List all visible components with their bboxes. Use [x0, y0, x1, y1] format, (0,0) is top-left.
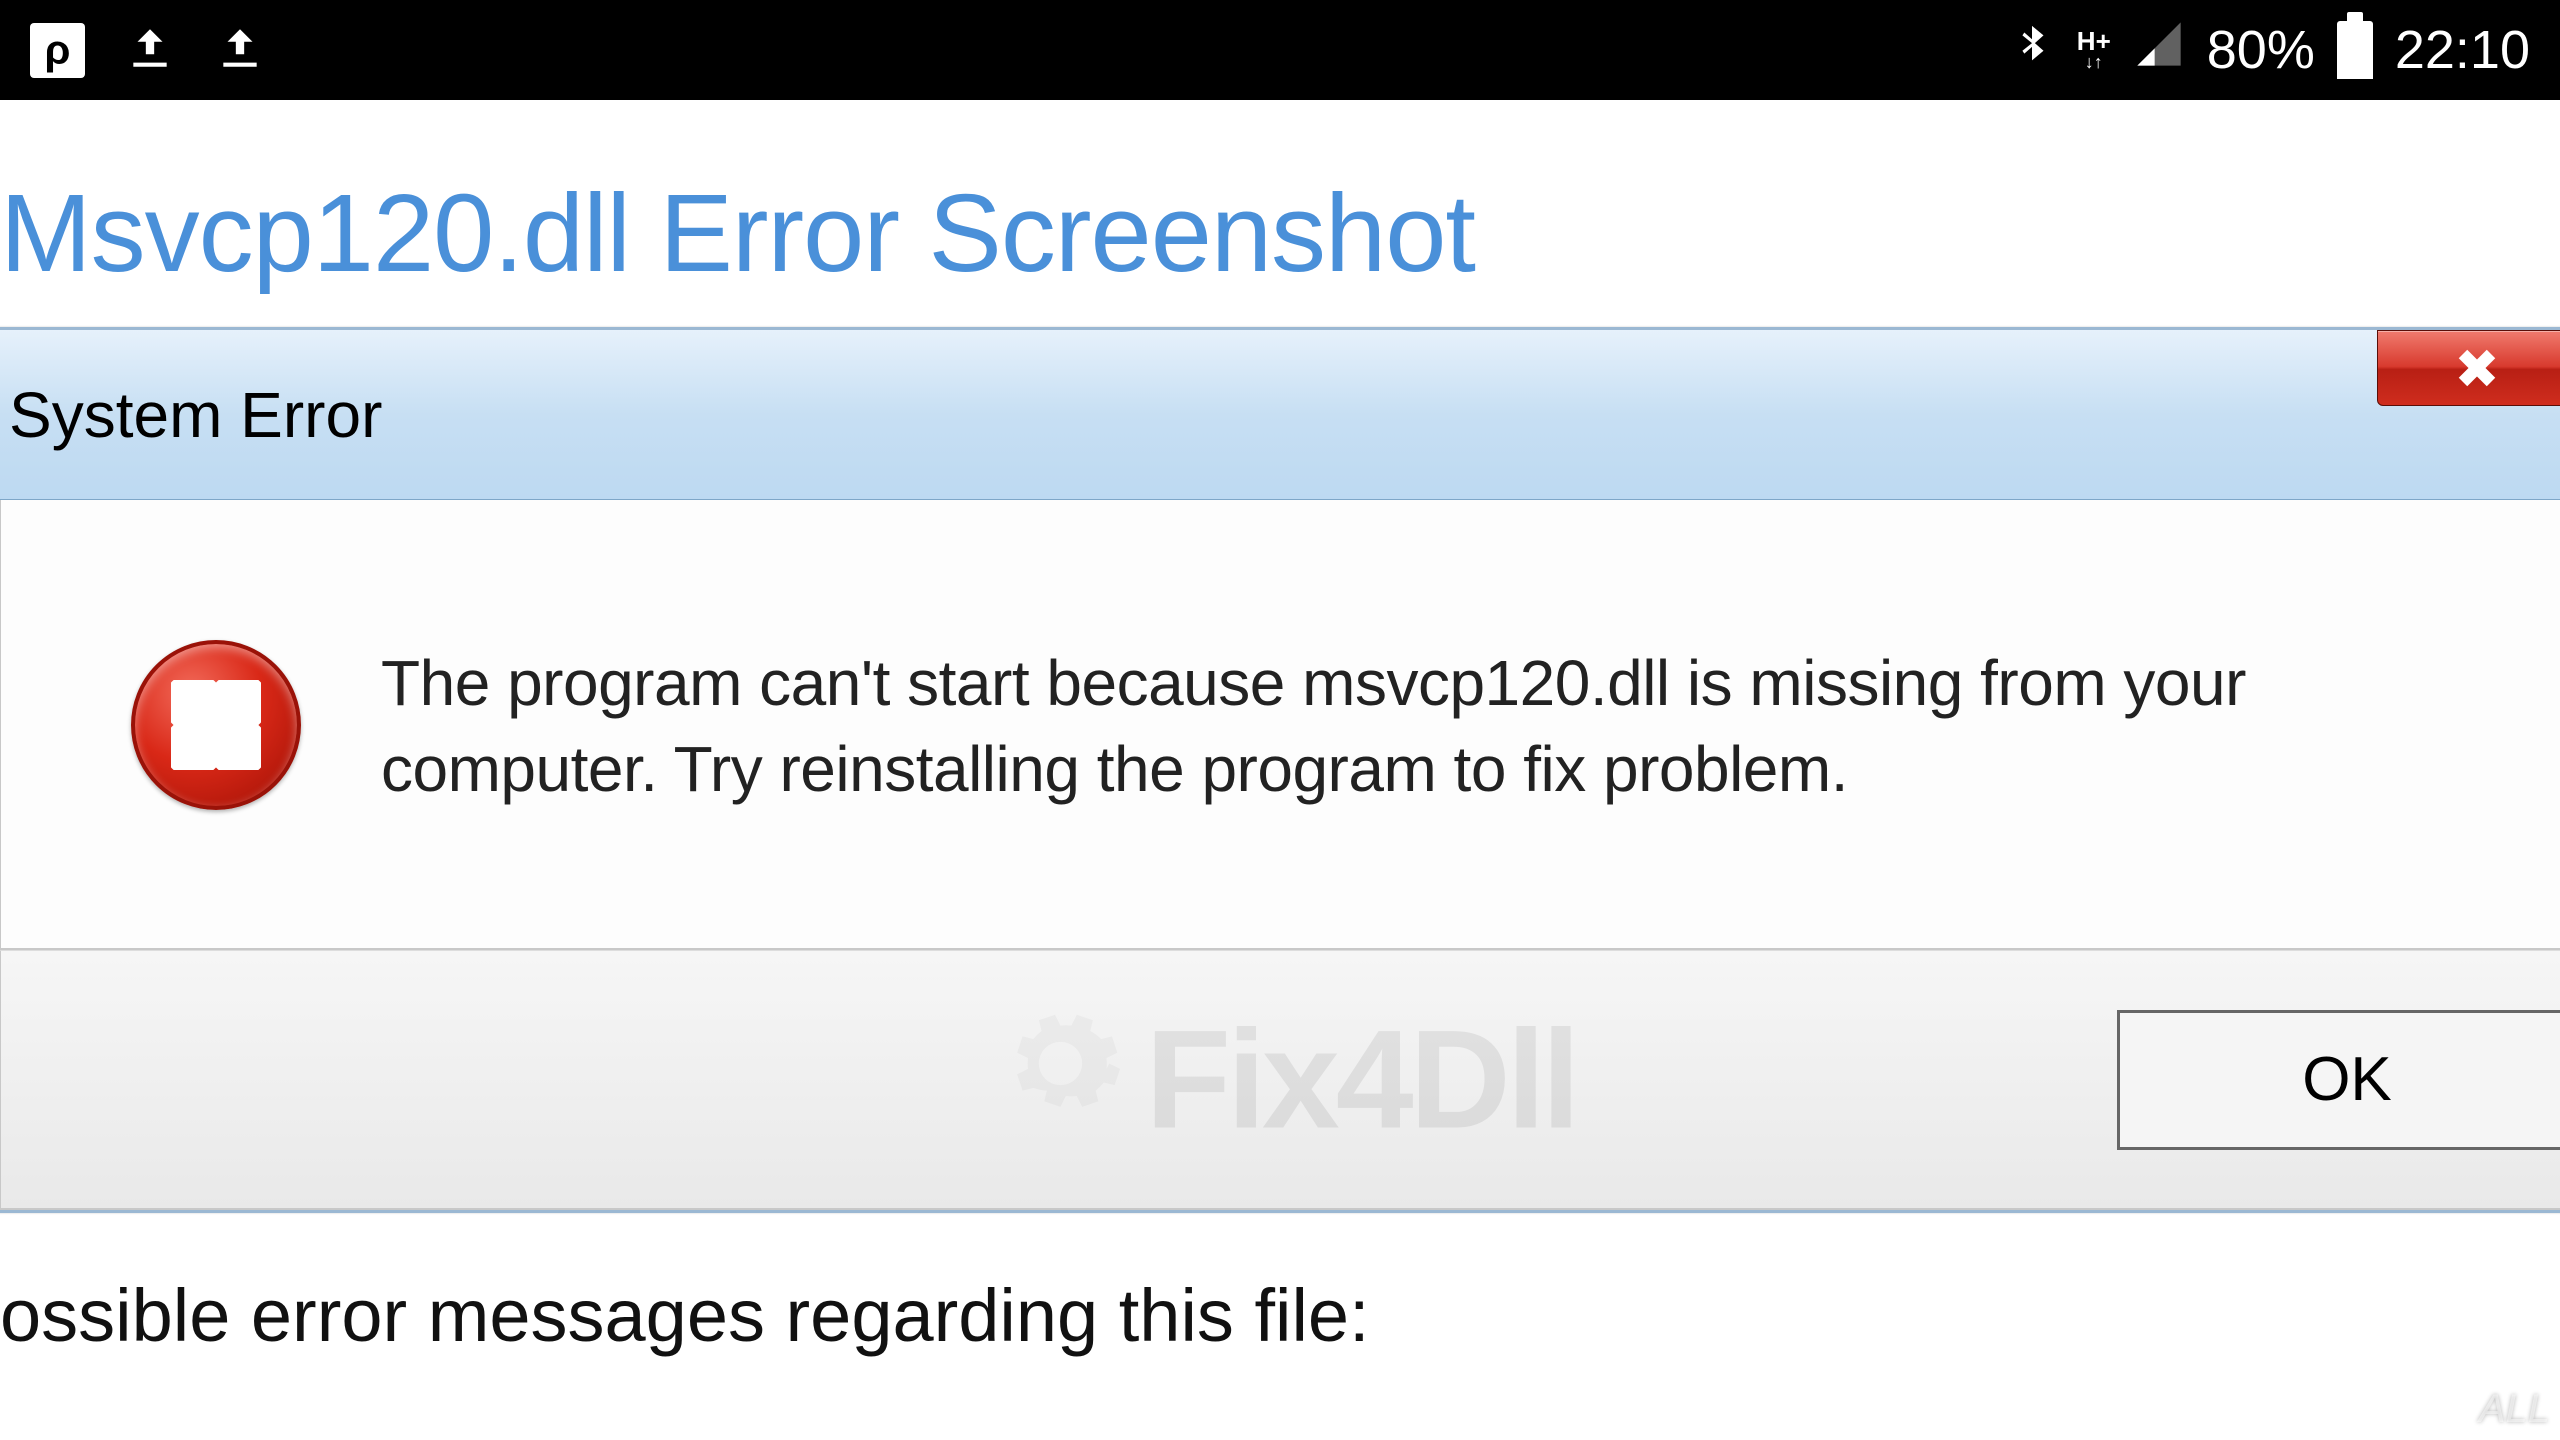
error-x-icon — [131, 640, 301, 810]
watermark-label: Fix4Dll — [1145, 999, 1576, 1161]
page-title: Msvcp120.dll Error Screenshot — [0, 100, 2560, 327]
signal-icon — [2133, 18, 2185, 83]
gear-icon — [995, 998, 1125, 1161]
error-dialog: System Error The program can't start bec… — [0, 327, 2560, 1213]
dialog-title: System Error — [3, 378, 382, 452]
upload-icon — [125, 23, 175, 78]
battery-icon — [2337, 21, 2373, 79]
ok-button[interactable]: OK — [2117, 1010, 2560, 1150]
dialog-footer: Fix4Dll OK — [0, 950, 2560, 1210]
android-status-bar: ρ H+ ↓↑ 80% 22:10 — [0, 0, 2560, 100]
dialog-body: The program can't start because msvcp120… — [0, 500, 2560, 950]
net-arrows: ↓↑ — [2085, 54, 2103, 70]
dialog-message: The program can't start because msvcp120… — [381, 640, 2491, 813]
dialog-titlebar[interactable]: System Error — [0, 330, 2560, 500]
corner-watermark: ALL — [2479, 1387, 2550, 1432]
clock-time: 22:10 — [2395, 19, 2530, 81]
network-type-icon: H+ ↓↑ — [2077, 30, 2111, 70]
battery-percent: 80% — [2207, 19, 2315, 81]
upload-icon — [215, 23, 265, 78]
close-button[interactable] — [2377, 330, 2560, 406]
app-p-icon: ρ — [30, 23, 85, 78]
bluetooth-icon — [2009, 19, 2055, 81]
page-content: Msvcp120.dll Error Screenshot System Err… — [0, 100, 2560, 1358]
status-right-group: H+ ↓↑ 80% 22:10 — [2009, 18, 2530, 83]
watermark-text: Fix4Dll — [995, 998, 1576, 1161]
page-below-fragment: ossible error messages regarding this fi… — [0, 1213, 2560, 1358]
net-top: H+ — [2077, 30, 2111, 53]
status-left-group: ρ — [30, 23, 265, 78]
